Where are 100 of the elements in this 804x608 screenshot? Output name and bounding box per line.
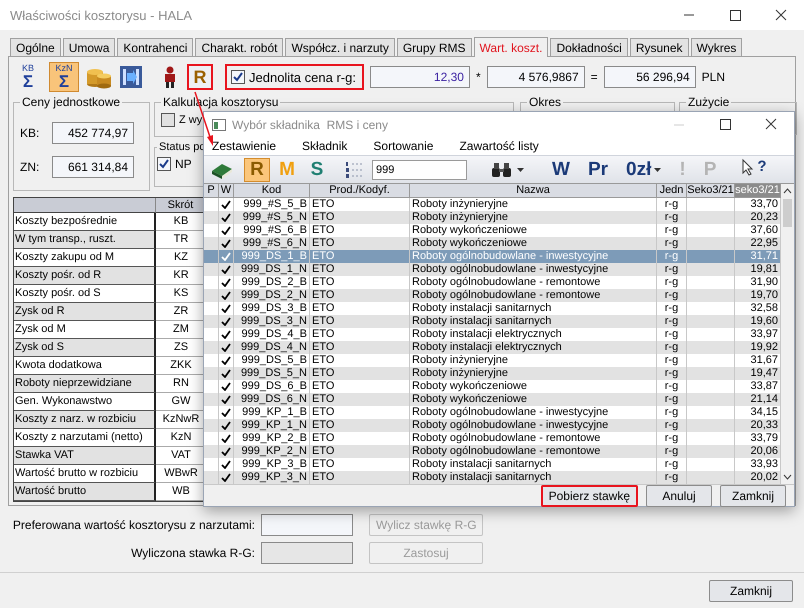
filter-button[interactable]: R: [244, 158, 270, 182]
menu-item[interactable]: Zawartość listy: [459, 139, 539, 153]
check-icon[interactable]: [221, 278, 231, 287]
column-header[interactable]: W: [219, 184, 234, 198]
checkbox-label: Z wy: [179, 114, 202, 126]
multiply-sign: *: [476, 70, 481, 84]
menu-item[interactable]: Sortowanie: [373, 139, 434, 153]
table-cell: r-g: [657, 289, 687, 302]
dialog-button[interactable]: Pobierz stawkę: [540, 485, 638, 507]
check-icon[interactable]: [221, 239, 231, 248]
checkbox[interactable]: [157, 157, 171, 171]
check-icon[interactable]: [221, 473, 231, 482]
toolbar-button[interactable]: 0zł: [622, 158, 666, 182]
table-cell: ETO: [310, 276, 410, 289]
table-cell: Gen. Wykonawstwo: [14, 393, 156, 411]
checkbox[interactable]: [161, 113, 175, 127]
tab[interactable]: Rysunek: [630, 38, 688, 56]
check-icon[interactable]: [221, 226, 231, 235]
field-label: Preferowana wartość kosztorysu z narzutami:: [12, 518, 255, 532]
check-icon[interactable]: [221, 356, 231, 365]
column-header[interactable]: Jedn: [657, 184, 687, 198]
quantity-field[interactable]: 4 576,9867: [486, 66, 585, 88]
scroll-down-icon[interactable]: [783, 473, 792, 481]
scroll-up-icon[interactable]: [783, 187, 792, 195]
table-cell: Roboty inżynieryjne: [410, 211, 657, 224]
tab[interactable]: Współcz. i narzuty: [285, 38, 395, 56]
table-cell: Roboty ogólnobudowlane - inwestycyjne: [410, 406, 657, 419]
check-icon[interactable]: [221, 460, 231, 469]
column-header[interactable]: Nazwa: [410, 184, 657, 198]
table-cell: Koszty pośr. od R: [14, 267, 156, 285]
table-cell: Roboty ogólnobudowlane - remontowe: [410, 432, 657, 445]
table-cell: ETO: [310, 471, 410, 484]
table-cell: Koszty z narzutami (netto): [14, 429, 156, 447]
tab[interactable]: Wart. koszt.: [474, 37, 548, 57]
close-button[interactable]: Zamknij: [709, 580, 793, 602]
table-cell: r-g: [657, 341, 687, 354]
price-field[interactable]: 452 774,97: [52, 122, 134, 144]
sum-button[interactable]: KB Σ: [13, 62, 43, 92]
dialog-button[interactable]: Anuluj: [646, 485, 712, 507]
check-icon[interactable]: [221, 317, 231, 326]
table-cell: Koszty zakupu od M: [14, 249, 156, 267]
tab[interactable]: Charakt. robót: [195, 38, 284, 56]
table-cell: r-g: [657, 211, 687, 224]
uniform-rate-checkbox[interactable]: Jednolita cena r-g:: [225, 64, 364, 90]
help-button[interactable]: ?: [738, 158, 771, 182]
check-icon[interactable]: [221, 434, 231, 443]
numbered-list-icon[interactable]: [344, 160, 364, 180]
rate-button[interactable]: R: [187, 64, 213, 90]
column-header[interactable]: Prod./Kodyf.: [310, 184, 410, 198]
table-cell: 20,23: [735, 211, 781, 224]
film-icon[interactable]: [119, 64, 143, 90]
checkbox[interactable]: [231, 70, 245, 84]
table-cell: KR: [156, 267, 206, 285]
tab[interactable]: Kontrahenci: [117, 38, 194, 56]
binoculars-icon[interactable]: [491, 162, 513, 178]
table-cell: Roboty instalacji sanitarnych: [410, 315, 657, 328]
check-icon[interactable]: [221, 213, 231, 222]
column-header[interactable]: Seko3/21: [687, 184, 735, 198]
table-cell: RN: [156, 375, 206, 393]
price-field[interactable]: 661 314,84: [52, 156, 134, 178]
toolbar-button[interactable]: Pr: [584, 158, 612, 182]
input-field[interactable]: [261, 542, 353, 564]
table-cell: Roboty wykończeniowe: [410, 380, 657, 393]
menu-item[interactable]: Zestawienie: [212, 139, 276, 153]
check-icon[interactable]: [221, 382, 231, 391]
search-field[interactable]: 999: [372, 160, 467, 180]
check-icon[interactable]: [221, 369, 231, 378]
check-icon[interactable]: [221, 304, 231, 313]
column-header[interactable]: P: [204, 184, 219, 198]
column-header[interactable]: Kod: [234, 184, 310, 198]
check-icon[interactable]: [221, 330, 231, 339]
input-field[interactable]: [261, 514, 353, 536]
check-icon[interactable]: [221, 200, 231, 209]
menu-item[interactable]: Składnik: [302, 139, 348, 153]
check-icon[interactable]: [221, 408, 231, 417]
filter-button[interactable]: S: [304, 158, 330, 182]
check-icon[interactable]: [221, 343, 231, 352]
tab[interactable]: Umowa: [62, 38, 116, 56]
check-icon[interactable]: [221, 395, 231, 404]
scroll-thumb[interactable]: [783, 199, 792, 227]
rate-field[interactable]: 12,30: [370, 66, 470, 88]
table-cell: [687, 367, 735, 380]
check-icon[interactable]: [221, 265, 231, 274]
tab[interactable]: Grupy RMS: [396, 38, 472, 56]
tab[interactable]: Wykres: [690, 38, 742, 56]
scrollbar[interactable]: [781, 184, 794, 484]
caret-icon: [517, 168, 524, 172]
tab[interactable]: Ogólne: [10, 38, 61, 56]
total-field[interactable]: 56 296,94: [604, 66, 696, 88]
tab[interactable]: Dokładności: [550, 38, 628, 56]
check-icon[interactable]: [221, 291, 231, 300]
table-cell: VAT: [156, 447, 206, 465]
check-icon[interactable]: [221, 421, 231, 430]
table-cell: ZS: [156, 339, 206, 357]
check-icon[interactable]: [221, 447, 231, 456]
table-cell: 19,70: [735, 289, 781, 302]
sum-button[interactable]: KzN Σ: [49, 62, 79, 92]
person-icon[interactable]: [163, 66, 177, 88]
dialog-button[interactable]: Zamknij: [720, 485, 786, 507]
toolbar-button[interactable]: W: [548, 158, 574, 182]
